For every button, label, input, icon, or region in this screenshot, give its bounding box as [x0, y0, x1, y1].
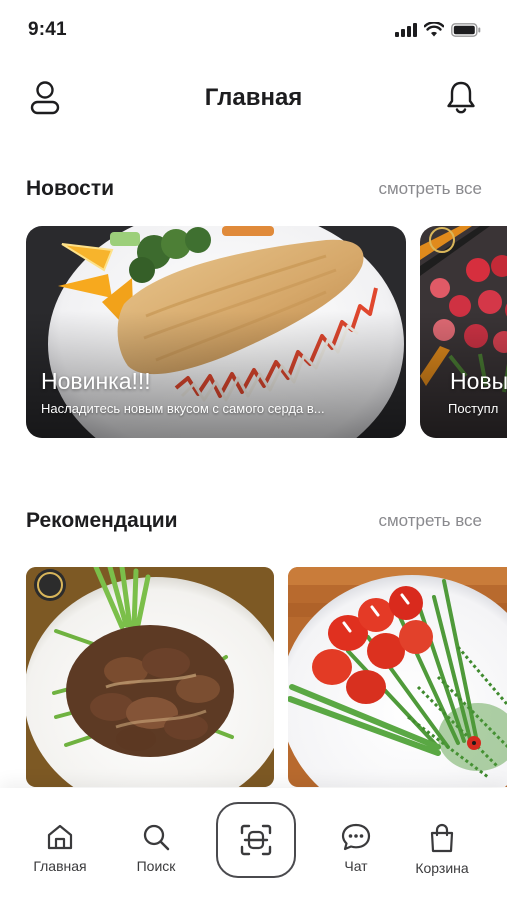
nav-home-label: Главная: [33, 858, 87, 874]
recommendation-card[interactable]: [26, 567, 274, 787]
news-card[interactable]: Новы Поступл: [420, 226, 507, 438]
recommendation-card-image: [26, 567, 274, 787]
bell-icon: [447, 81, 475, 114]
wifi-icon: [424, 22, 444, 37]
recommendation-card[interactable]: [288, 567, 507, 787]
news-card-title: Новы: [450, 368, 507, 394]
news-carousel[interactable]: Новинка!!! Насладитесь новым вкусом с са…: [26, 226, 507, 438]
battery-icon: [451, 22, 481, 37]
news-see-all-link[interactable]: смотреть все: [378, 179, 482, 199]
scan-icon: [240, 824, 272, 856]
news-card-subtitle: Поступл: [448, 401, 499, 416]
nav-home[interactable]: Главная: [20, 822, 100, 874]
home-icon: [47, 824, 73, 850]
recommendation-card-image: [288, 567, 507, 787]
scan-button[interactable]: [216, 802, 296, 878]
nav-search[interactable]: Поиск: [116, 822, 196, 874]
page-title: Главная: [204, 84, 303, 111]
nav-chat[interactable]: Чат: [316, 822, 396, 874]
nav-search-label: Поиск: [136, 858, 176, 874]
news-section-title: Новости: [26, 177, 115, 200]
status-bar: 9:41: [0, 0, 507, 62]
header: Главная: [0, 70, 507, 126]
news-section-header: Новости смотреть все: [26, 174, 482, 204]
status-icons: [395, 22, 481, 37]
nav-cart[interactable]: Корзина: [402, 822, 482, 876]
news-card-subtitle: Насладитесь новым вкусом с самого серда …: [41, 401, 325, 416]
news-card-title: Новинка!!!: [41, 368, 151, 394]
chat-bubble-icon: [341, 823, 371, 851]
nav-cart-label: Корзина: [415, 860, 469, 876]
recommendations-section-title: Рекомендации: [26, 509, 178, 532]
recommendations-see-all-link[interactable]: смотреть все: [378, 511, 482, 531]
notifications-button[interactable]: [443, 78, 479, 118]
recommendations-section-header: Рекомендации смотреть все: [26, 506, 482, 536]
status-time: 9:41: [28, 19, 67, 40]
signal-icon: [395, 22, 417, 37]
bottom-navigation: Главная Поиск Чат Корзина: [0, 788, 507, 900]
recommendations-carousel[interactable]: [26, 567, 507, 787]
nav-chat-label: Чат: [344, 858, 368, 874]
news-card[interactable]: Новинка!!! Насладитесь новым вкусом с са…: [26, 226, 406, 438]
shopping-bag-icon: [430, 823, 454, 853]
search-icon: [143, 824, 170, 851]
